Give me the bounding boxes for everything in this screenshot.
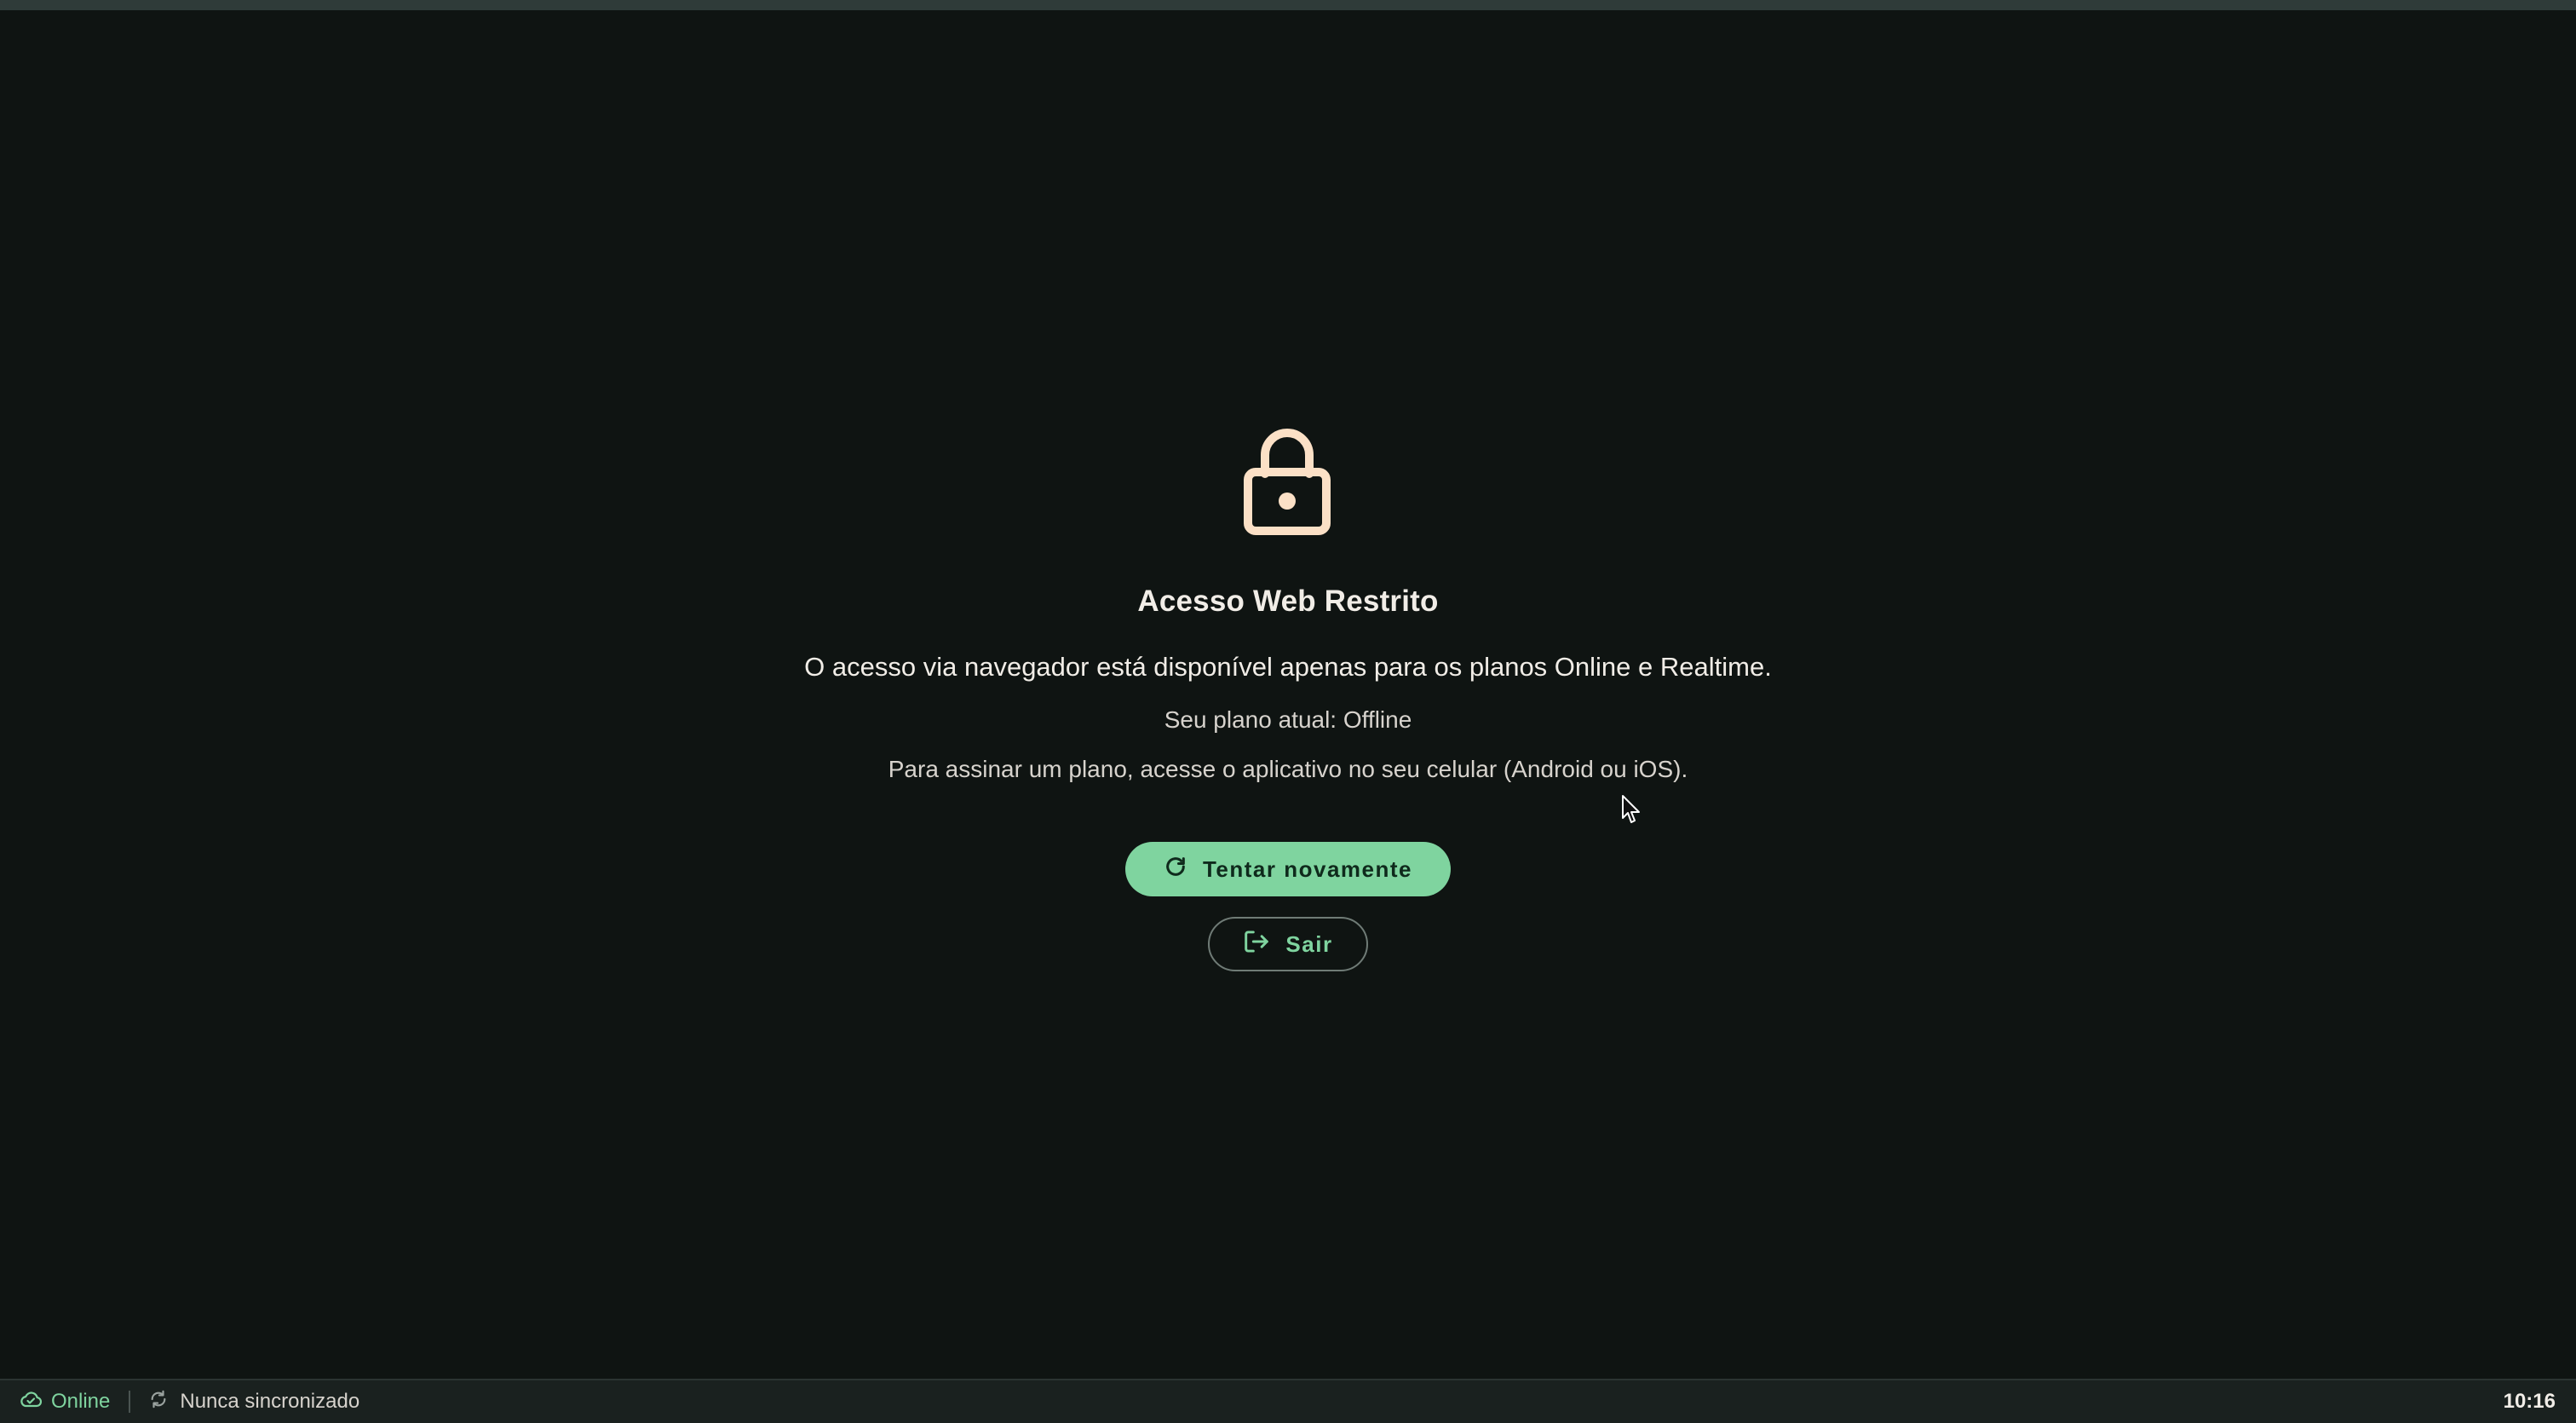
lock-icon xyxy=(1242,423,1332,535)
cloud-check-icon xyxy=(19,1390,43,1414)
status-bar: Online Nunca sincronizado 10:16 xyxy=(0,1379,2576,1423)
exit-button[interactable]: Sair xyxy=(1208,917,1368,971)
current-plan-text: Seu plano atual: Offline xyxy=(1164,706,1412,733)
connection-status: Online xyxy=(19,1390,110,1414)
refresh-icon xyxy=(1164,855,1187,884)
connection-status-label: Online xyxy=(51,1390,111,1413)
sync-status-label: Nunca sincronizado xyxy=(180,1390,360,1413)
subscribe-hint-text: Para assinar um plano, acesse o aplicati… xyxy=(888,756,1688,782)
sync-status: Nunca sincronizado xyxy=(149,1390,359,1414)
mouse-cursor-icon xyxy=(1621,794,1642,825)
sync-icon xyxy=(149,1390,168,1414)
status-divider xyxy=(129,1391,131,1413)
page-title: Acesso Web Restrito xyxy=(1137,585,1439,618)
window-top-strip xyxy=(0,0,2576,10)
retry-button-label: Tentar novamente xyxy=(1202,856,1412,882)
clock: 10:16 xyxy=(2503,1390,2556,1413)
retry-button[interactable]: Tentar novamente xyxy=(1125,842,1451,896)
restriction-description: O acesso via navegador está disponível a… xyxy=(804,652,1772,682)
logout-icon xyxy=(1243,929,1270,960)
exit-button-label: Sair xyxy=(1285,930,1333,957)
